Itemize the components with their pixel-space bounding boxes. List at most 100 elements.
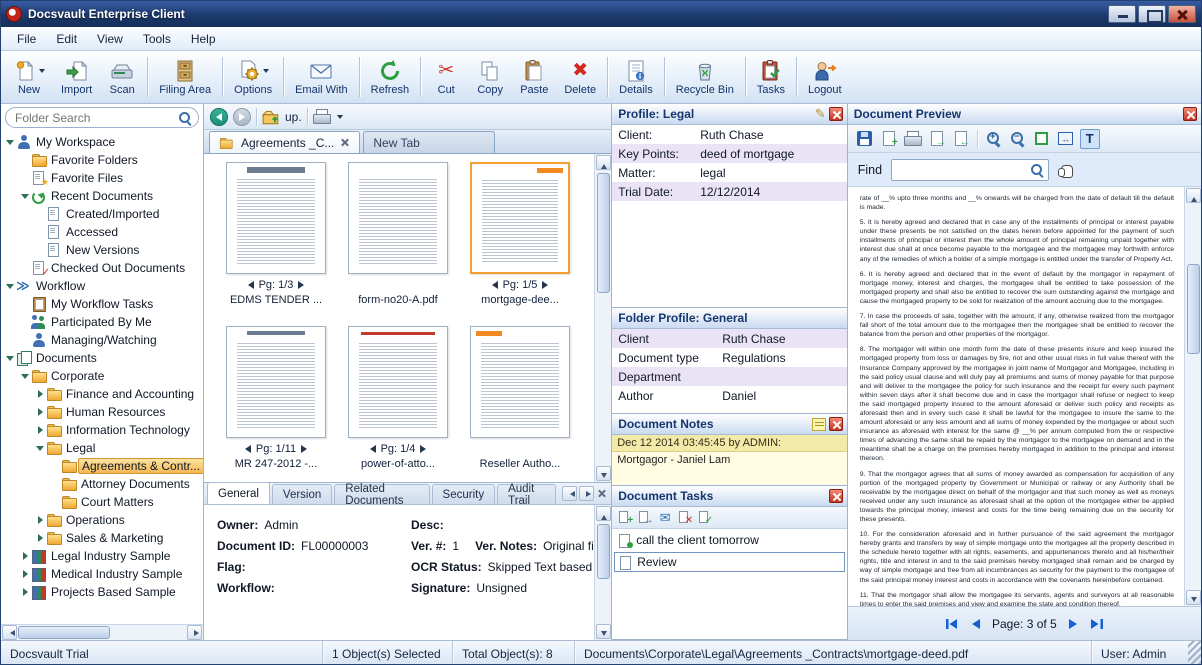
tree-item-information-technology[interactable]: Information Technology	[1, 421, 203, 439]
thumbnails-scrollbar[interactable]	[594, 154, 612, 482]
scrollbar-track[interactable]	[1186, 204, 1200, 589]
thumbnail-image[interactable]	[470, 326, 570, 438]
scan-button[interactable]: Scan	[100, 52, 144, 102]
tree-item-accessed[interactable]: Accessed	[1, 223, 203, 241]
options-button[interactable]: Options	[226, 52, 280, 102]
sidebar-horizontal-scrollbar[interactable]	[1, 624, 203, 640]
zoom-out-icon[interactable]: −	[1008, 129, 1028, 149]
menu-view[interactable]: View	[87, 29, 133, 49]
scrollbar-thumb[interactable]	[18, 626, 110, 639]
email-with-button[interactable]: Email With	[287, 52, 356, 102]
new-button[interactable]: New	[5, 52, 53, 102]
print-icon[interactable]	[312, 109, 331, 124]
tree-item-corporate[interactable]: Corporate	[1, 367, 203, 385]
refresh-button[interactable]: Refresh	[363, 52, 418, 102]
tree-item-my-workflow-tasks[interactable]: My Workflow Tasks	[1, 295, 203, 313]
close-button[interactable]	[1168, 5, 1196, 23]
pan-hand-icon[interactable]	[1058, 161, 1074, 179]
thumb-prev-page-icon[interactable]	[488, 281, 498, 289]
tree-item-medical-industry-sample[interactable]: Medical Industry Sample	[1, 565, 203, 583]
tree-item-documents[interactable]: Documents	[1, 349, 203, 367]
expander-icon[interactable]	[35, 425, 46, 436]
add-note-icon[interactable]	[811, 417, 826, 431]
tree-item-sales-marketing[interactable]: Sales & Marketing	[1, 529, 203, 547]
document-thumbnail-selected[interactable]: Pg: 1/5 mortgage-dee...	[459, 162, 581, 326]
thumbnail-image[interactable]	[348, 162, 448, 274]
expander-icon[interactable]	[35, 533, 46, 544]
thumb-next-page-icon[interactable]	[298, 281, 308, 289]
scrollbar-track[interactable]	[18, 626, 186, 639]
tree-item-projects-based-sample[interactable]: Projects Based Sample	[1, 583, 203, 601]
expander-icon[interactable]	[5, 137, 16, 148]
scroll-left-icon[interactable]	[2, 625, 17, 640]
send-page-icon[interactable]: →	[927, 129, 947, 149]
expander-icon[interactable]	[20, 371, 31, 382]
next-page-icon[interactable]	[1068, 618, 1079, 630]
email-task-icon[interactable]: ✉	[657, 510, 673, 525]
export-page-icon[interactable]: +	[879, 129, 899, 149]
tab-scroll-left-icon[interactable]	[562, 486, 578, 501]
tab-related-documents[interactable]: Related Documents	[334, 483, 430, 507]
note-item[interactable]: Dec 12 2014 03:45:45 by ADMIN: Mortgagor…	[612, 435, 847, 485]
scrollbar-thumb[interactable]	[596, 524, 610, 579]
detail-panel-close-icon[interactable]	[596, 488, 607, 499]
document-thumbnail[interactable]: Reseller Autho...	[459, 326, 581, 490]
tab-close-icon[interactable]	[339, 137, 350, 148]
expander-icon[interactable]	[20, 587, 31, 598]
tree-item-workflow[interactable]: ≫ Workflow	[1, 277, 203, 295]
scroll-down-icon[interactable]	[595, 624, 611, 639]
tree-item-recent-documents[interactable]: Recent Documents	[1, 187, 203, 205]
tree-item-agreements-contracts[interactable]: Agreements & Contr...	[1, 457, 203, 475]
thumb-next-page-icon[interactable]	[301, 445, 311, 453]
find-search-icon[interactable]	[1030, 163, 1044, 177]
expander-icon[interactable]	[35, 515, 46, 526]
thumbnail-image[interactable]	[348, 326, 448, 438]
paste-button[interactable]: Paste	[512, 52, 556, 102]
copy-button[interactable]: Copy	[468, 52, 512, 102]
panel-close-icon[interactable]	[828, 107, 843, 121]
edit-profile-icon[interactable]: ✎	[815, 107, 826, 121]
search-icon[interactable]	[178, 111, 192, 125]
thumbnail-image[interactable]	[470, 162, 570, 274]
find-input[interactable]	[891, 158, 1050, 181]
cut-button[interactable]: ✂ Cut	[424, 52, 468, 102]
thumb-next-page-icon[interactable]	[420, 445, 430, 453]
task-item[interactable]: call the client tomorrow	[614, 530, 845, 550]
delete-button[interactable]: ✖ Delete	[556, 52, 604, 102]
text-select-icon[interactable]: T	[1079, 128, 1100, 149]
minimize-button[interactable]	[1108, 5, 1136, 23]
expander-icon[interactable]	[20, 191, 31, 202]
tree-item-favorite-files[interactable]: ★ Favorite Files	[1, 169, 203, 187]
scroll-up-icon[interactable]	[1185, 188, 1201, 203]
logout-button[interactable]: Logout	[800, 52, 850, 102]
import-button[interactable]: Import	[53, 52, 100, 102]
tab-security[interactable]: Security	[431, 484, 496, 504]
scroll-up-icon[interactable]	[595, 155, 611, 170]
tree-item-new-versions[interactable]: New Versions	[1, 241, 203, 259]
up-button[interactable]: up.	[285, 110, 302, 124]
tree-item-my-workspace[interactable]: My Workspace	[1, 133, 203, 151]
tab-version[interactable]: Version	[271, 484, 333, 504]
forward-button[interactable]	[233, 107, 251, 126]
thumb-next-page-icon[interactable]	[542, 281, 552, 289]
scroll-down-icon[interactable]	[1185, 590, 1201, 605]
scroll-right-icon[interactable]	[187, 625, 202, 640]
print-dropdown-icon[interactable]	[336, 115, 343, 122]
maximize-button[interactable]	[1138, 5, 1166, 23]
menu-edit[interactable]: Edit	[46, 29, 87, 49]
expander-icon[interactable]	[20, 551, 31, 562]
document-thumbnail[interactable]: Pg: 1/3 EDMS TENDER ...	[215, 162, 337, 326]
panel-close-icon[interactable]	[828, 489, 843, 503]
fit-page-icon[interactable]	[1032, 129, 1052, 149]
tree-item-human-resources[interactable]: Human Resources	[1, 403, 203, 421]
recycle-bin-button[interactable]: Recycle Bin	[668, 52, 742, 102]
dropdown-arrow-icon[interactable]	[263, 69, 270, 76]
scrollbar-track[interactable]	[596, 522, 610, 623]
delete-task-icon[interactable]: ✕	[677, 510, 693, 526]
document-thumbnail[interactable]: form-no20-A.pdf	[337, 162, 459, 326]
menu-tools[interactable]: Tools	[133, 29, 181, 49]
tree-item-attorney-documents[interactable]: Attorney Documents	[1, 475, 203, 493]
panel-close-icon[interactable]	[1183, 107, 1198, 121]
extract-page-icon[interactable]: ←	[951, 129, 971, 149]
fit-width-icon[interactable]: ↔	[1056, 129, 1076, 149]
